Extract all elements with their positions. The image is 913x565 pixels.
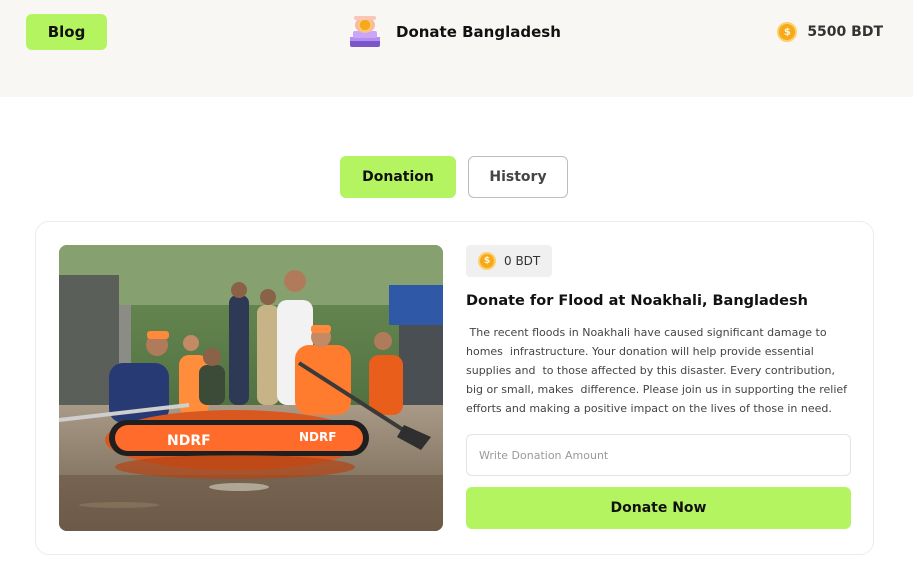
donation-box-icon (350, 16, 380, 47)
donate-now-button[interactable]: Donate Now (466, 487, 851, 529)
boat-label: NDRF (167, 433, 211, 449)
coin-icon: $ (478, 252, 496, 270)
balance-amount: 5500 BDT (807, 24, 883, 40)
donation-amount-input[interactable] (466, 434, 851, 476)
campaign-description: The recent floods in Noakhali have cause… (466, 326, 851, 415)
campaign-info: $ 0 BDT Donate for Flood at Noakhali, Ba… (466, 245, 851, 529)
brand-name: Donate Bangladesh (396, 23, 561, 41)
raised-amount: 0 BDT (504, 254, 541, 268)
coin-icon: $ (777, 22, 798, 42)
top-header: Blog Donate Bangladesh $ 5500 BDT (0, 0, 913, 97)
boat-label-right: NDRF (299, 430, 336, 444)
blog-button[interactable]: Blog (26, 14, 107, 50)
brand[interactable]: Donate Bangladesh (346, 14, 561, 50)
campaign-title: Donate for Flood at Noakhali, Bangladesh (466, 293, 808, 309)
balance: $ 5500 BDT (777, 20, 883, 44)
donation-card: NDRF NDRF $ 0 BDT Donate for Flood at No… (35, 221, 874, 555)
tab-history[interactable]: History (468, 156, 568, 198)
tab-bar: Donation History (340, 156, 568, 198)
flood-rescue-photo: NDRF NDRF (59, 245, 443, 531)
tab-donation[interactable]: Donation (340, 156, 456, 198)
raised-badge: $ 0 BDT (466, 245, 553, 277)
flood-rescue-boat-photo: NDRF NDRF (59, 245, 443, 531)
